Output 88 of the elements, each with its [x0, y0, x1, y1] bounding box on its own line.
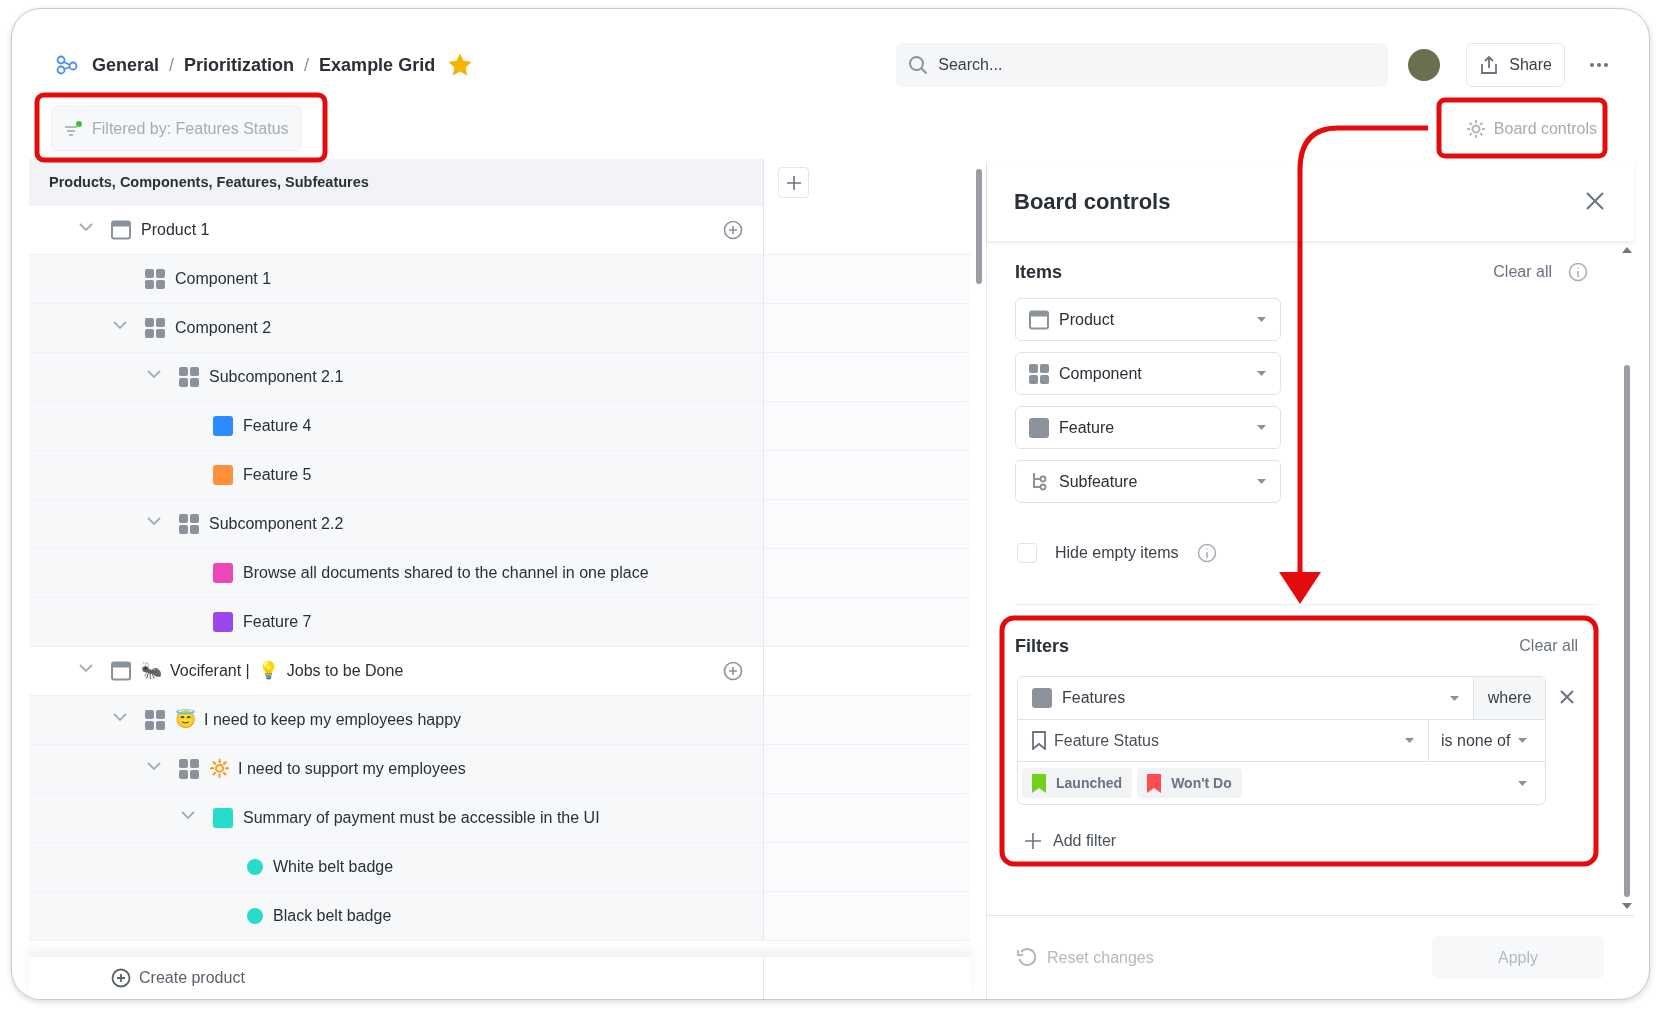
search-input[interactable]: Search...: [938, 53, 1377, 77]
component-icon: [145, 318, 165, 338]
emoji-icon: 💡: [257, 658, 279, 684]
add-column-button[interactable]: [778, 167, 809, 198]
values-select[interactable]: Launched Won't Do: [1018, 762, 1545, 804]
value-tag: Won't Do: [1137, 768, 1242, 798]
component-icon: [179, 367, 199, 387]
checkbox-label: Hide empty items: [1055, 543, 1179, 563]
scrollbar[interactable]: [1624, 365, 1630, 897]
info-icon[interactable]: [1196, 543, 1217, 563]
share-button[interactable]: Share: [1466, 43, 1565, 87]
row-title[interactable]: Subcomponent 2.1: [209, 365, 344, 389]
feature-square-icon: [1029, 417, 1049, 438]
search-icon: [908, 55, 929, 75]
logo-icon: [56, 55, 78, 75]
field-select[interactable]: Feature Status: [1018, 720, 1428, 761]
value-tag: Launched: [1022, 768, 1133, 798]
caret-icon: [1450, 695, 1459, 701]
component-icon: [145, 269, 165, 289]
component-icon: [179, 514, 199, 534]
emoji-icon: 🔆: [209, 756, 230, 782]
scrollbar[interactable]: [975, 169, 982, 284]
bookmark-icon: [1032, 731, 1046, 750]
plus-icon: [1025, 833, 1041, 849]
close-icon[interactable]: [1560, 690, 1574, 704]
row-title[interactable]: Jobs to be Done: [286, 659, 404, 683]
row-title[interactable]: Black belt badge: [273, 904, 392, 928]
row-title[interactable]: Product 1: [141, 218, 210, 242]
share-icon: [1479, 55, 1500, 75]
add-circle-icon: [111, 968, 131, 988]
entity-select[interactable]: Features: [1018, 677, 1473, 719]
component-icon: [1029, 363, 1049, 384]
component-icon: [145, 710, 165, 730]
row-title[interactable]: Vociferant |: [170, 659, 250, 683]
caret-icon: [1518, 780, 1527, 786]
settings-icon: [1465, 118, 1486, 139]
info-icon[interactable]: [1568, 262, 1588, 282]
operator-select[interactable]: is none of: [1428, 720, 1545, 761]
row-title[interactable]: Subcomponent 2.2: [209, 512, 344, 536]
item-type-select[interactable]: Product: [1015, 298, 1281, 341]
more-icon[interactable]: [1589, 62, 1609, 68]
feature-square-icon: [1032, 688, 1052, 708]
clear-all-link[interactable]: Clear all: [1493, 260, 1552, 284]
row-title[interactable]: Feature 7: [243, 610, 312, 634]
undo-icon: [1017, 947, 1037, 968]
checkbox[interactable]: [1017, 543, 1037, 563]
connector-label: where: [1473, 677, 1545, 719]
add-circle-icon[interactable]: [723, 661, 743, 681]
emoji-icon: 😇: [175, 707, 196, 733]
caret-icon: [1257, 479, 1266, 484]
breadcrumb-link[interactable]: Prioritization: [184, 51, 295, 79]
product-icon: [111, 661, 131, 681]
breadcrumb-link[interactable]: General: [92, 51, 160, 79]
breadcrumb-separator: /: [304, 53, 310, 77]
row-title[interactable]: Component 1: [175, 267, 272, 291]
row-title[interactable]: I need to keep my employees happy: [204, 708, 462, 732]
item-type-select[interactable]: Feature: [1015, 406, 1281, 449]
row-title[interactable]: Feature 5: [243, 463, 312, 487]
product-icon: [111, 220, 131, 240]
clear-all-link[interactable]: Clear all: [1519, 634, 1578, 658]
emoji-icon: 🐜: [141, 658, 162, 684]
caret-icon: [1405, 738, 1414, 743]
plus-icon: [786, 175, 801, 190]
search-field[interactable]: Search...: [896, 43, 1389, 87]
breadcrumb-separator: /: [169, 53, 175, 77]
row-title[interactable]: Component 2: [175, 316, 272, 340]
avatar[interactable]: [1408, 49, 1441, 81]
caret-icon: [1257, 425, 1266, 430]
caret-icon: [1518, 738, 1528, 743]
caret-icon: [1257, 371, 1266, 376]
column-header: Products, Components, Features, Subfeatures: [49, 172, 369, 192]
row-title[interactable]: White belt badge: [273, 855, 394, 879]
section-title: Filters: [1015, 634, 1070, 658]
caret-icon: [1257, 317, 1266, 322]
star-icon[interactable]: [449, 54, 472, 76]
row-title[interactable]: Feature 4: [243, 414, 312, 438]
component-icon: [179, 759, 199, 779]
item-type-select[interactable]: Subfeature: [1015, 460, 1281, 503]
row-title[interactable]: I need to support my employees: [238, 757, 466, 781]
product-icon: [1029, 309, 1049, 330]
panel-title: Board controls: [1014, 187, 1171, 216]
section-title: Items: [1015, 260, 1063, 284]
add-filter-button[interactable]: Add filter: [1025, 829, 1117, 853]
breadcrumb-current: Example Grid: [319, 53, 436, 77]
close-icon[interactable]: [1586, 192, 1604, 210]
item-type-select[interactable]: Component: [1015, 352, 1281, 395]
create-product-button[interactable]: Create product: [111, 966, 245, 990]
add-circle-icon[interactable]: [723, 220, 743, 240]
